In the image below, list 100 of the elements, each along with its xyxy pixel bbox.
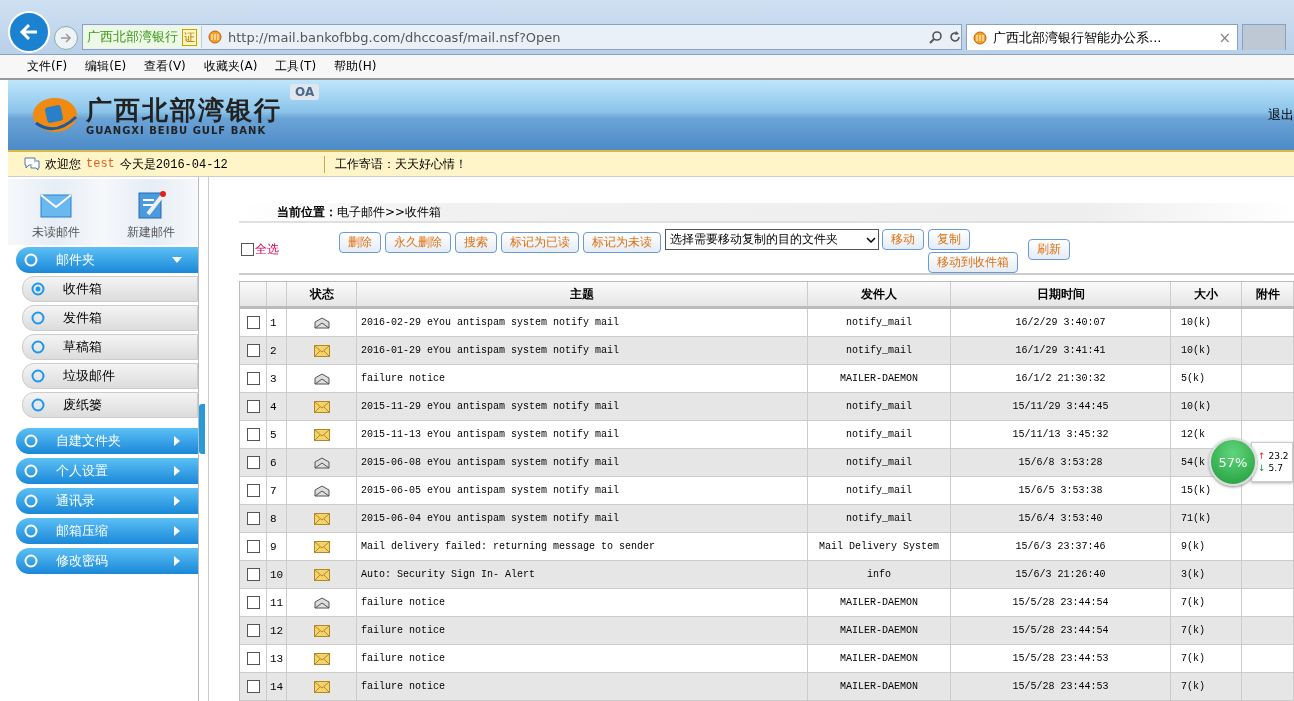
date-text: 15/5/28 23:44:54: [1012, 597, 1109, 608]
menu-item[interactable]: 帮助(H): [325, 58, 386, 75]
row-checkbox[interactable]: [246, 484, 260, 497]
logout-link[interactable]: 退出: [1268, 106, 1294, 124]
folder-item[interactable]: 收件箱: [22, 276, 199, 302]
sender-text: notify_mail: [846, 345, 912, 356]
column-header: 大小: [1171, 282, 1242, 306]
row-checkbox[interactable]: [246, 540, 260, 553]
subject-text[interactable]: 2016-02-29 eYou antispam system notify mail: [361, 317, 620, 328]
subject-text[interactable]: failure notice: [361, 625, 445, 636]
subject-text[interactable]: Auto: Security Sign In- Alert: [361, 569, 536, 580]
open-envelope-icon: [313, 456, 330, 469]
row-checkbox[interactable]: [246, 316, 260, 329]
row-checkbox[interactable]: [246, 680, 260, 693]
subject-text[interactable]: failure notice: [361, 373, 445, 384]
sender-text: notify_mail: [846, 401, 912, 412]
site-icon: [208, 30, 222, 44]
refresh-icon[interactable]: [949, 31, 961, 43]
address-bar[interactable]: 广西北部湾银行 证 http://mail.bankofbbg.com/dhccoasf/mail.nsf?Open: [82, 24, 962, 50]
row-number: 8: [270, 513, 277, 525]
envelope-icon: [313, 344, 330, 357]
row-number: 12: [270, 625, 284, 637]
menu-item[interactable]: 收藏夹(A): [194, 58, 267, 75]
menu-item[interactable]: 编辑(E): [76, 58, 136, 75]
search-icon[interactable]: [929, 30, 943, 44]
folder-item[interactable]: 草稿箱: [22, 334, 199, 360]
date-text: 16/1/29 3:41:41: [1015, 345, 1106, 356]
radio-icon: [24, 434, 38, 448]
open-envelope-icon: [313, 484, 330, 497]
select-all-checkbox[interactable]: [241, 243, 254, 256]
folder-item[interactable]: 发件箱: [22, 305, 199, 331]
size-text: 10(k): [1181, 345, 1211, 356]
size-text: 7(k): [1181, 681, 1205, 692]
column-header: 发件人: [808, 282, 951, 306]
subject-text[interactable]: 2016-01-29 eYou antispam system notify mail: [361, 345, 620, 356]
menu-item[interactable]: 工具(T): [266, 58, 326, 75]
size-text: 3(k): [1181, 569, 1205, 580]
size-text: 10(k): [1181, 317, 1211, 328]
upload-speed: 23.2: [1268, 451, 1289, 461]
row-checkbox[interactable]: [246, 568, 260, 581]
subject-text[interactable]: 2015-06-05 eYou antispam system notify mail: [361, 485, 620, 496]
close-tab-button[interactable]: ×: [1218, 28, 1231, 47]
column-header: 附件: [1242, 282, 1294, 306]
row-number: 3: [270, 373, 277, 385]
url-text: http://mail.bankofbbg.com/dhccoasf/mail.nsf?Open: [228, 29, 562, 45]
row-number: 6: [270, 457, 277, 469]
row-checkbox[interactable]: [246, 372, 260, 385]
date-text: 15/11/13 3:45:32: [1012, 429, 1109, 440]
size-text: 71(k): [1181, 513, 1211, 524]
unread-mail-button[interactable]: 未读邮件: [8, 179, 104, 245]
row-checkbox[interactable]: [246, 652, 260, 665]
sender-text: notify_mail: [846, 457, 912, 468]
row-checkbox[interactable]: [246, 456, 260, 469]
envelope-icon: [313, 400, 330, 413]
subject-text[interactable]: failure notice: [361, 681, 445, 692]
date-text: 15/6/3 23:37:46: [1015, 541, 1106, 552]
folder-item[interactable]: 垃圾邮件: [22, 363, 199, 389]
folder-item[interactable]: 废纸篓: [22, 392, 199, 418]
motto-text: 工作寄语：天天好心情！: [334, 155, 467, 173]
subject-text[interactable]: 2015-11-13 eYou antispam system notify mail: [361, 429, 620, 440]
menu-item[interactable]: 查看(V): [135, 58, 195, 75]
user-name: test: [86, 157, 115, 171]
row-checkbox[interactable]: [246, 344, 260, 357]
select-all-label[interactable]: 全选: [255, 241, 279, 258]
radio-icon: [24, 253, 38, 267]
subject-text[interactable]: 2015-06-04 eYou antispam system notify mail: [361, 513, 620, 524]
menu-item[interactable]: 文件(F): [18, 58, 77, 75]
size-text: 7(k): [1181, 625, 1205, 636]
certificate-label[interactable]: 广西北部湾银行 证: [83, 26, 202, 48]
subject-text[interactable]: 2015-06-08 eYou antispam system notify mail: [361, 457, 620, 468]
compose-button[interactable]: 新建邮件: [103, 179, 199, 245]
folder-select[interactable]: 选择需要移动复制的目的文件夹: [665, 229, 879, 250]
row-number: 5: [270, 429, 277, 441]
date-text: 15/11/29 3:44:45: [1012, 401, 1109, 412]
oa-badge: OA: [290, 84, 320, 100]
row-number: 1: [270, 317, 277, 329]
site-icon: [973, 30, 987, 45]
subject-text[interactable]: Mail delivery failed: returning message to sender: [361, 541, 656, 552]
collapse-handle[interactable]: [199, 404, 206, 454]
date-text: 15/6/8 3:53:28: [1018, 457, 1103, 468]
row-checkbox[interactable]: [246, 512, 260, 525]
breadcrumb-path: 电子邮件>>收件箱: [337, 203, 442, 221]
column-header: 主题: [357, 282, 808, 306]
browser-tab[interactable]: 广西北部湾银行智能办公系... ×: [966, 24, 1238, 50]
row-checkbox[interactable]: [246, 596, 260, 609]
back-button[interactable]: [8, 11, 50, 53]
caret-right-icon: [174, 436, 181, 446]
caret-down-icon: [172, 257, 183, 263]
column-header: 状态: [287, 282, 357, 306]
row-checkbox[interactable]: [246, 624, 260, 637]
subject-text[interactable]: failure notice: [361, 597, 445, 608]
sender-text: notify_mail: [846, 317, 912, 328]
row-checkbox[interactable]: [246, 428, 260, 441]
subject-text[interactable]: 2015-11-29 eYou antispam system notify mail: [361, 401, 620, 412]
subject-text[interactable]: failure notice: [361, 653, 445, 664]
size-text: 12(k: [1181, 429, 1205, 440]
chat-icon: [24, 157, 40, 171]
size-text: 9(k): [1181, 541, 1205, 552]
row-checkbox[interactable]: [246, 400, 260, 413]
envelope-icon: [313, 652, 330, 665]
